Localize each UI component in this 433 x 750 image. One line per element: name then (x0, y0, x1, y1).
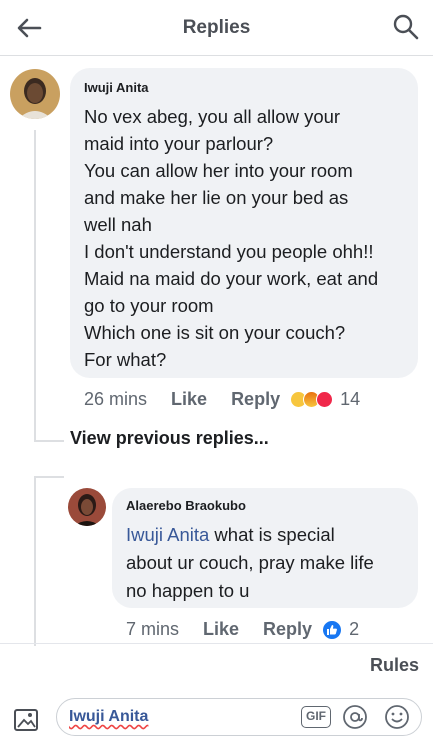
reply-text-line: no happen to u (126, 580, 250, 601)
thread-line (34, 476, 64, 478)
comment-text-line: maid into your parlour? (84, 133, 274, 154)
reply-bubble: Alaerebo Braokubo Iwuji Anita what is sp… (112, 488, 418, 608)
avatar[interactable] (68, 488, 106, 526)
thread-line (34, 130, 36, 440)
love-reaction-icon (316, 391, 334, 408)
reactions-summary[interactable] (290, 391, 334, 408)
comment-text-line: I don't understand you people ohh!! (84, 241, 374, 262)
page-title: Replies (182, 17, 251, 38)
reactions-summary[interactable] (322, 619, 343, 640)
reply-text-line: about ur couch, pray make life (126, 552, 374, 573)
mention-link[interactable]: Iwuji Anita (126, 524, 209, 545)
comment-text-line: go to your room (84, 295, 214, 316)
like-button[interactable]: Like (171, 389, 207, 410)
comment-text-line: No vex abeg, you all allow your (84, 106, 341, 127)
reply-button[interactable]: Reply (231, 389, 280, 410)
view-previous-replies-link[interactable]: View previous replies... (70, 428, 269, 449)
comment-text-line: and make her lie on your bed as (84, 187, 349, 208)
avatar[interactable] (10, 69, 60, 119)
divider (0, 643, 433, 644)
rules-link[interactable]: Rules (370, 655, 419, 676)
comment-composer: Iwuji Anita GIF (0, 690, 433, 750)
comment-input[interactable]: Iwuji Anita GIF (56, 698, 422, 736)
gif-icon[interactable]: GIF (301, 706, 331, 728)
photo-icon[interactable] (12, 706, 42, 734)
comment-timestamp: 26 mins (84, 389, 148, 409)
reply-text-line: Iwuji Anita what is special (126, 521, 406, 549)
comment-text-line: You can allow her into your room (84, 160, 353, 181)
comment-text-line: well nah (84, 214, 152, 235)
reply-button[interactable]: Reply (263, 619, 312, 640)
comment-input-text: Iwuji Anita (69, 708, 149, 725)
reply-meta: 7 mins Like Reply 2 (126, 619, 359, 640)
reply-author[interactable]: Alaerebo Braokubo (126, 498, 406, 513)
emoji-icon[interactable] (383, 703, 411, 731)
comment-text-line: Maid na maid do your work, eat and (84, 268, 379, 289)
reaction-count: 14 (340, 389, 361, 409)
comment-text-line: Which one is sit on your couch? (84, 322, 346, 343)
reaction-count: 2 (349, 619, 360, 639)
reply-text: what is special (209, 524, 335, 545)
thread-line (34, 440, 64, 442)
comment-author[interactable]: Iwuji Anita (84, 80, 404, 95)
comment-bubble: Iwuji Anita No vex abeg, you all allow y… (70, 68, 418, 378)
reply-timestamp: 7 mins (126, 619, 180, 639)
thread-line (34, 476, 36, 646)
like-reaction-icon (322, 619, 343, 640)
comment-text-line: For what? (84, 349, 167, 370)
header-bar: Replies (0, 0, 433, 56)
like-button[interactable]: Like (203, 619, 239, 640)
comment-meta: 26 mins Like Reply 14 (84, 389, 360, 410)
search-icon[interactable] (391, 12, 421, 42)
at-icon[interactable] (341, 703, 369, 731)
